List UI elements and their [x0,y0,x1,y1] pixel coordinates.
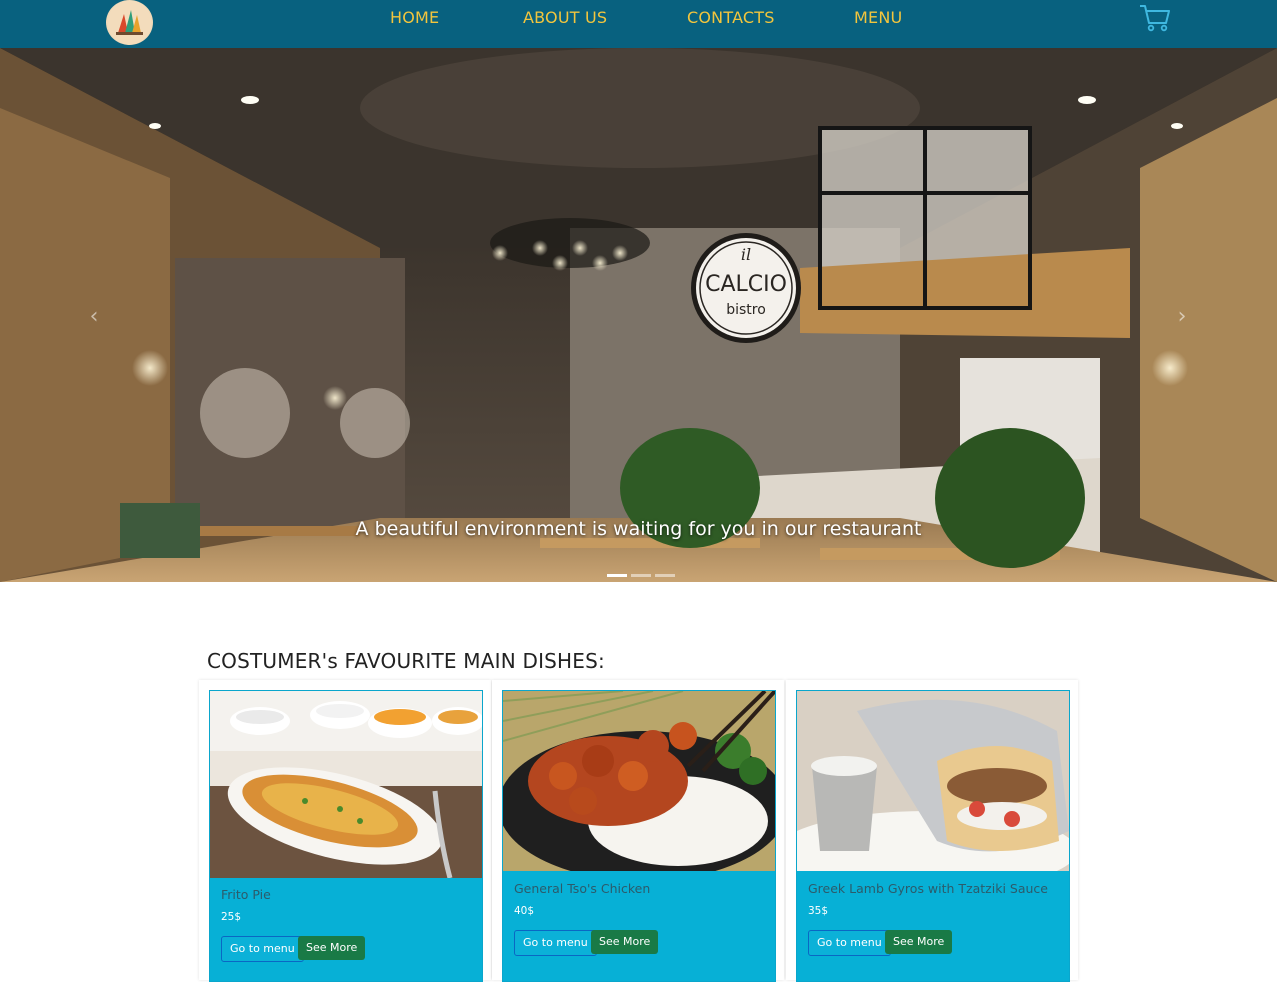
sign-line2: CALCIO [705,272,787,297]
see-more-button[interactable]: See More [885,930,953,954]
dish-price: 35$ [808,905,829,917]
nav-about-us[interactable]: ABOUT US [523,8,607,27]
dish-title: General Tso's Chicken [514,881,651,896]
dish-image-greek-lamb-gyros [797,691,1069,871]
carousel-indicator-3[interactable] [655,574,675,577]
navbar: HOME ABOUT US CONTACTS MENU [0,0,1277,48]
nav-contacts[interactable]: CONTACTS [687,8,775,27]
cart-icon[interactable] [1138,3,1172,33]
go-to-menu-button[interactable]: Go to menu [808,930,891,956]
carousel-indicator-1[interactable] [607,574,627,577]
section-title: COSTUMER's FAVOURITE MAIN DISHES: [207,649,605,673]
carousel-indicator-2[interactable] [631,574,651,577]
sign-line3: bistro [726,302,766,318]
dish-card: General Tso's Chicken 40$ Go to menu See… [492,680,784,982]
dish-card: Frito Pie 25$ Go to menu See More [199,680,491,982]
dish-card-body: General Tso's Chicken 40$ Go to menu See… [502,690,776,982]
restaurant-interior-image: il CALCIO bistro [0,48,1277,582]
dish-title: Greek Lamb Gyros with Tzatziki Sauce [808,881,1048,896]
dish-card-body: Greek Lamb Gyros with Tzatziki Sauce 35$… [796,690,1070,982]
dish-image-frito-pie [210,691,482,878]
go-to-menu-button[interactable]: Go to menu [221,936,304,962]
dish-card: Greek Lamb Gyros with Tzatziki Sauce 35$… [786,680,1078,982]
dish-card-body: Frito Pie 25$ Go to menu See More [209,690,483,982]
hero-caption: A beautiful environment is waiting for y… [355,518,922,540]
hero-carousel: il CALCIO bistro ‹ › A beautiful environ… [0,48,1277,582]
carousel-next-icon[interactable]: › [1172,303,1192,331]
dish-price: 25$ [221,911,242,923]
see-more-button[interactable]: See More [591,930,659,954]
logo[interactable] [106,0,153,45]
sign-line1: il [741,245,751,264]
see-more-button[interactable]: See More [298,936,366,960]
dish-image-general-tsos-chicken [503,691,775,871]
dish-price: 40$ [514,905,535,917]
nav-menu[interactable]: MENU [854,8,902,27]
carousel-indicators [605,562,677,581]
carousel-prev-icon[interactable]: ‹ [84,303,104,331]
go-to-menu-button[interactable]: Go to menu [514,930,597,956]
nav-home[interactable]: HOME [390,8,439,27]
dish-title: Frito Pie [221,887,271,902]
